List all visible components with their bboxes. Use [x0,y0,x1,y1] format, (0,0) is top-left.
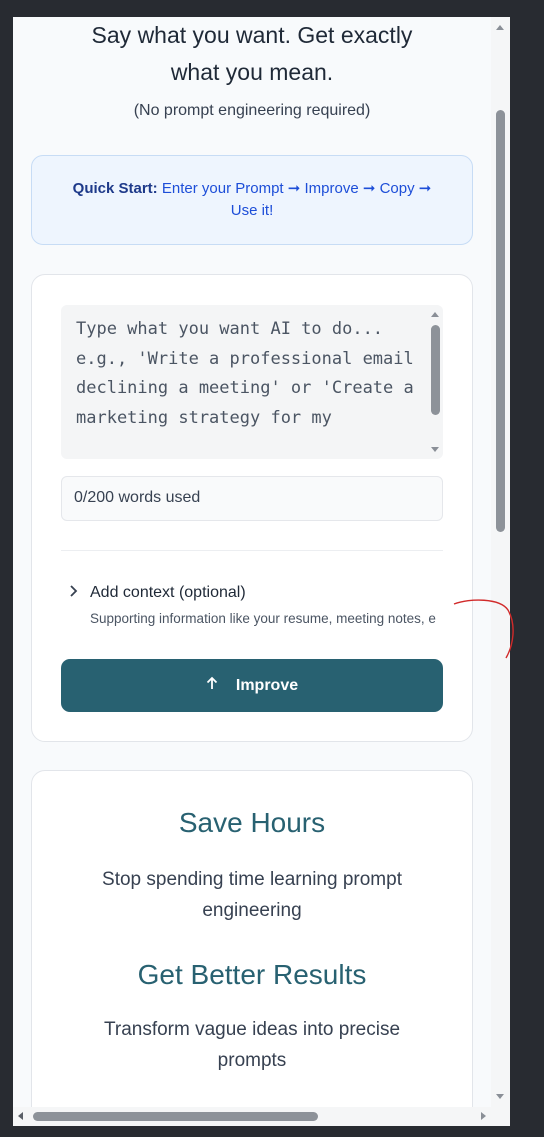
scroll-down-icon[interactable] [431,447,439,452]
add-context-description: Supporting information like your resume,… [90,611,436,626]
scroll-up-icon[interactable] [431,312,439,317]
textarea-scrollbar[interactable] [427,305,443,459]
quick-start-label: Quick Start: [72,180,158,197]
page-horizontal-scrollbar[interactable] [13,1107,491,1126]
hero-title-line1: Say what you want. Get exactly [91,22,413,48]
scroll-left-icon[interactable] [18,1112,23,1120]
benefit-description: Stop spending time learning prompt engin… [102,869,402,921]
prompt-textarea[interactable]: Type what you want AI to do... e.g., 'Wr… [61,305,443,459]
page-viewport: Say what you want. Get exactly what you … [13,17,491,1107]
prompt-card: Type what you want AI to do... e.g., 'Wr… [31,274,473,742]
vertical-scroll-thumb[interactable] [496,110,505,532]
improve-button[interactable]: Improve [61,659,443,712]
page-vertical-scrollbar[interactable] [491,17,510,1107]
scroll-right-icon[interactable] [481,1112,486,1120]
benefit-description: Transform vague ideas into precise promp… [103,1019,401,1071]
word-count-field: 0/200 words used [61,476,443,521]
hero-title-line2: what you mean. [170,59,334,85]
prompt-placeholder: Type what you want AI to do... e.g., 'Wr… [76,319,425,428]
improve-button-label: Improve [235,676,299,694]
quick-start-banner: Quick Start: Enter your Prompt ➞ Improve… [31,155,473,245]
benefits-card: Save Hours Stop spending time learning p… [31,770,473,1107]
quick-start-text: Enter your Prompt ➞ Improve ➞ Copy ➞ Use… [161,180,432,219]
chevron-right-icon[interactable] [68,584,78,602]
divider [61,550,443,551]
benefit-title: Save Hours [178,807,326,838]
horizontal-scroll-thumb[interactable] [33,1112,318,1121]
hero-subnote: (No prompt engineering required) [133,102,371,119]
scrollbar-corner [491,1107,510,1126]
benefit-title: Get Better Results [137,959,367,990]
add-context-toggle[interactable]: Add context (optional) [90,584,246,602]
textarea-scroll-thumb[interactable] [431,325,440,415]
red-annotation-mark [453,599,514,659]
scroll-down-icon[interactable] [496,1094,504,1099]
scroll-up-icon[interactable] [496,25,504,30]
arrow-up-icon [206,676,218,695]
